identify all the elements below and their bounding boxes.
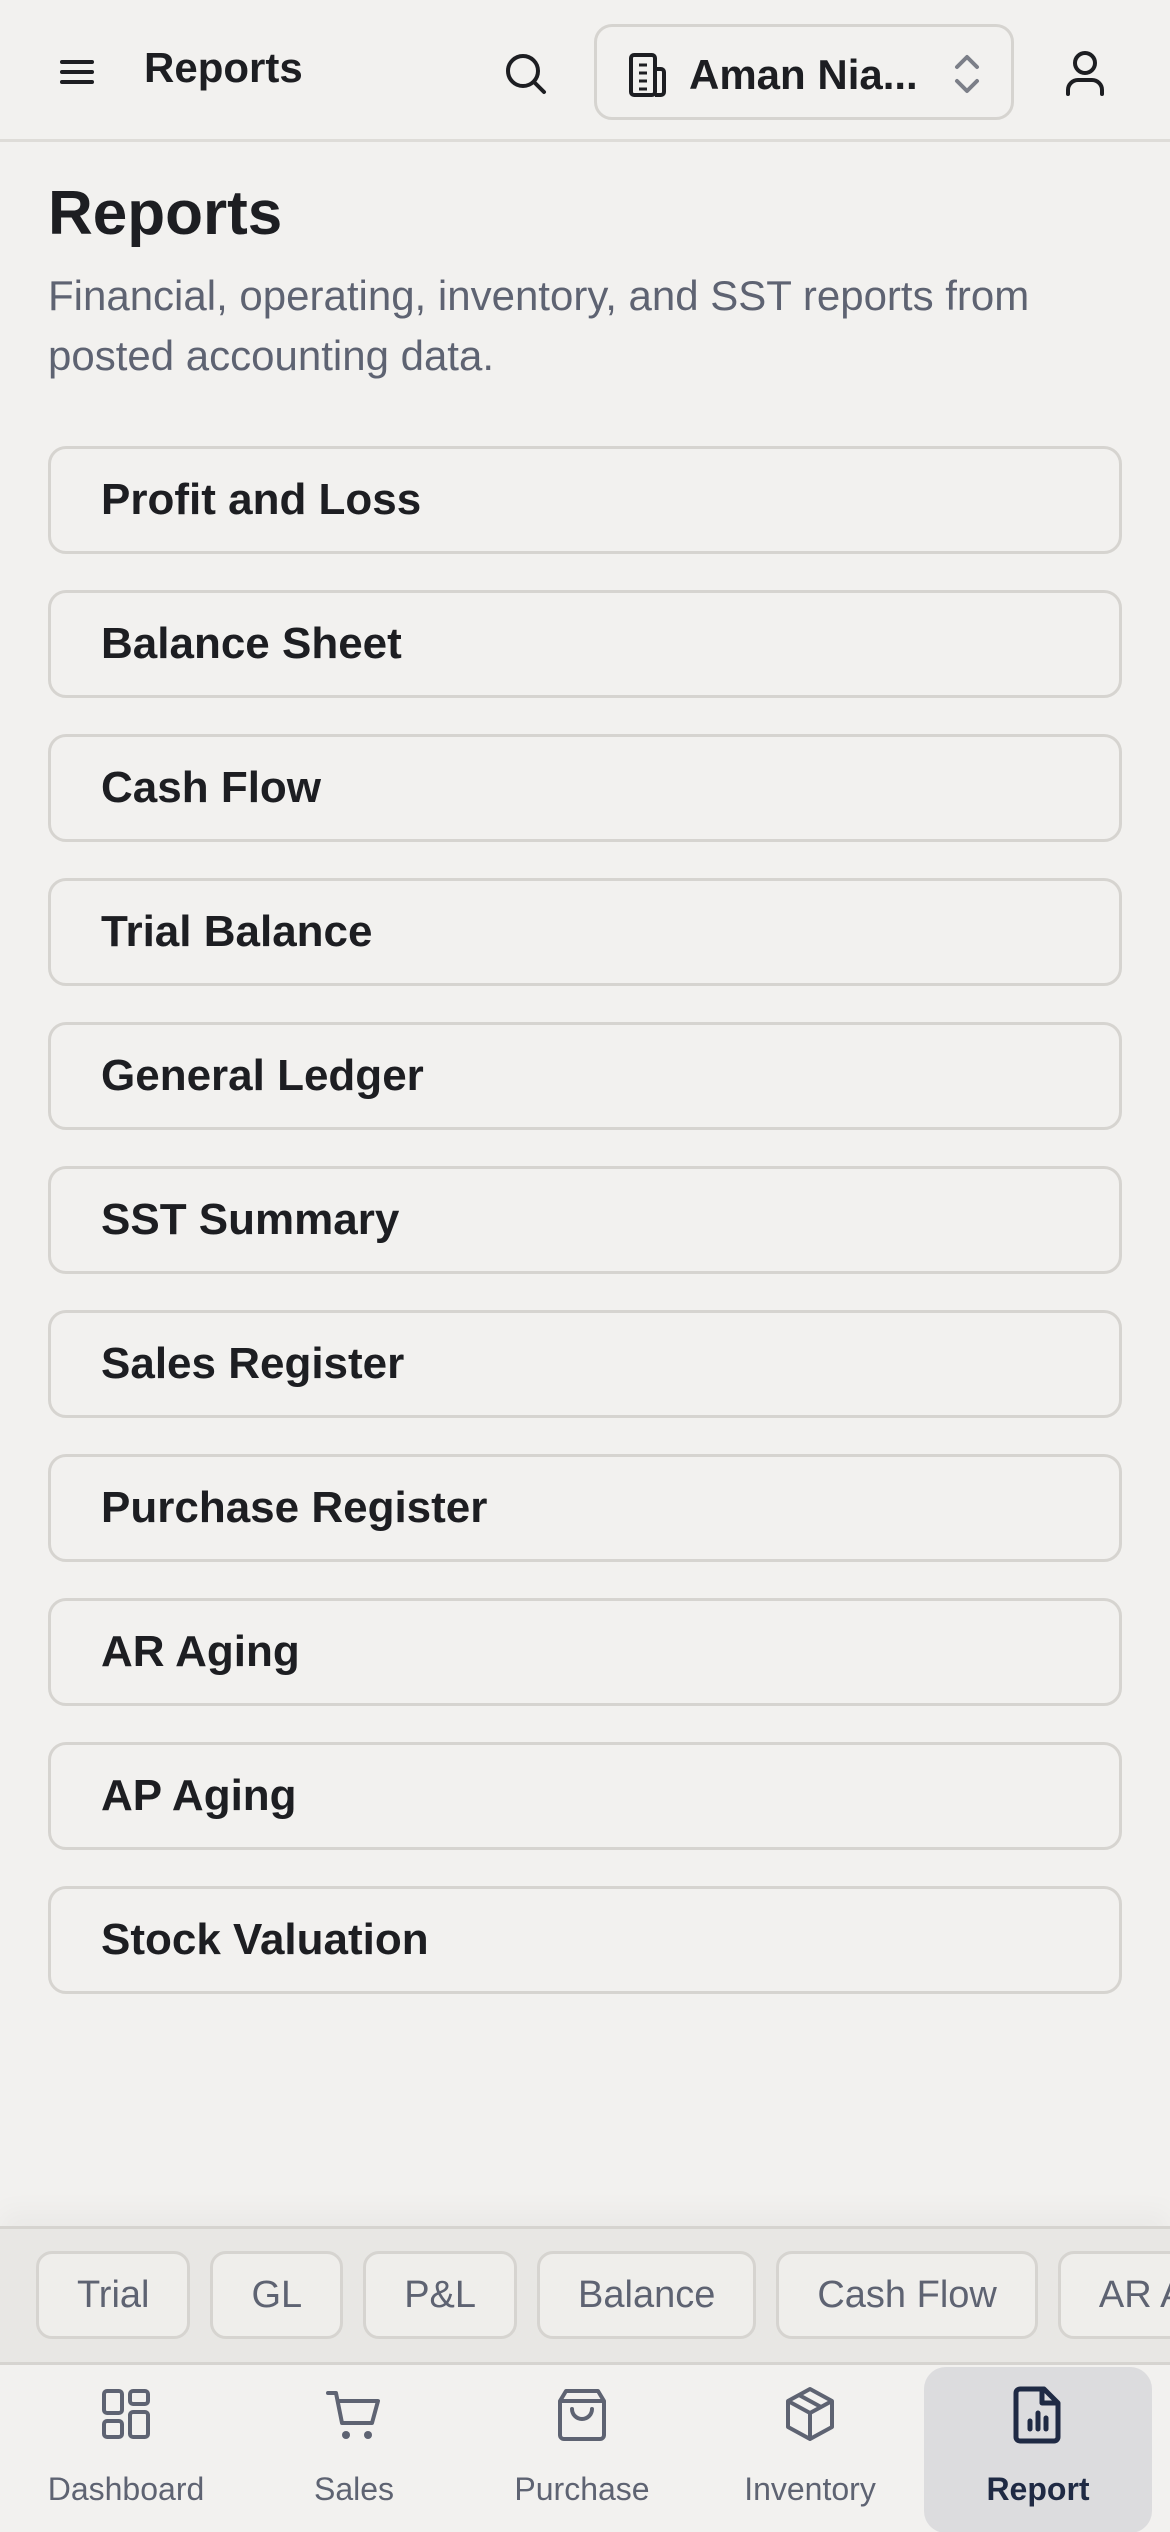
- nav-label: Purchase: [514, 2471, 650, 2507]
- chip-trial[interactable]: Trial: [36, 2251, 191, 2339]
- report-item-trial-balance[interactable]: Trial Balance: [48, 878, 1122, 986]
- report-item-label: Profit and Loss: [101, 475, 422, 524]
- nav-label: Inventory: [744, 2471, 876, 2507]
- report-item-label: Trial Balance: [101, 907, 373, 956]
- report-item-sst-summary[interactable]: SST Summary: [48, 1166, 1122, 1274]
- building-icon: [623, 51, 671, 99]
- report-item-cash-flow[interactable]: Cash Flow: [48, 734, 1122, 842]
- quick-report-chips: Trial GL P&L Balance Cash Flow AR Aging: [0, 2226, 1170, 2362]
- organization-selector[interactable]: Aman Nia...: [594, 24, 1014, 120]
- report-item-sales-register[interactable]: Sales Register: [48, 1310, 1122, 1418]
- report-item-label: AR Aging: [101, 1627, 300, 1676]
- dashboard-icon: [94, 2383, 158, 2447]
- nav-label: Sales: [313, 2471, 395, 2507]
- shopping-bag-icon: [550, 2383, 614, 2447]
- nav-dashboard[interactable]: Dashboard: [12, 2367, 240, 2532]
- nav-report[interactable]: Report: [924, 2367, 1152, 2532]
- box-icon: [778, 2383, 842, 2447]
- nav-sales[interactable]: Sales: [240, 2367, 468, 2532]
- chip-cash-flow[interactable]: Cash Flow: [776, 2251, 1038, 2339]
- report-item-purchase-register[interactable]: Purchase Register: [48, 1454, 1122, 1562]
- header-title: Reports: [144, 44, 303, 91]
- report-item-profit-and-loss[interactable]: Profit and Loss: [48, 446, 1122, 554]
- report-item-label: Sales Register: [101, 1339, 405, 1388]
- report-item-label: AP Aging: [101, 1771, 297, 1820]
- search-icon[interactable]: [496, 46, 556, 102]
- chip-ar-aging[interactable]: AR Aging: [1057, 2251, 1170, 2339]
- menu-icon[interactable]: [52, 50, 102, 94]
- organization-name: Aman Nia...: [689, 51, 918, 98]
- report-list: Profit and Loss Balance Sheet Cash Flow …: [48, 446, 1122, 2030]
- nav-inventory[interactable]: Inventory: [696, 2367, 924, 2532]
- report-item-label: Cash Flow: [101, 763, 322, 812]
- top-bar: Reports Aman Nia...: [0, 0, 1170, 142]
- report-item-label: General Ledger: [101, 1051, 424, 1100]
- cart-icon: [322, 2383, 386, 2447]
- report-item-label: Purchase Register: [101, 1483, 488, 1532]
- chip-pnl[interactable]: P&L: [363, 2251, 518, 2339]
- report-item-label: SST Summary: [101, 1195, 400, 1244]
- chip-balance[interactable]: Balance: [537, 2251, 757, 2339]
- page-description: Financial, operating, inventory, and SST…: [48, 272, 1030, 379]
- page-title: Reports: [48, 179, 283, 248]
- nav-label: Report: [986, 2471, 1090, 2507]
- nav-label: Dashboard: [47, 2471, 205, 2507]
- report-item-ar-aging[interactable]: AR Aging: [48, 1598, 1122, 1706]
- chevron-updown-icon: [945, 49, 989, 99]
- nav-purchase[interactable]: Purchase: [468, 2367, 696, 2532]
- chip-gl[interactable]: GL: [210, 2251, 344, 2339]
- report-item-label: Stock Valuation: [101, 1915, 429, 1964]
- report-item-ap-aging[interactable]: AP Aging: [48, 1742, 1122, 1850]
- report-icon: [1006, 2383, 1070, 2447]
- report-item-general-ledger[interactable]: General Ledger: [48, 1022, 1122, 1130]
- user-icon[interactable]: [1060, 46, 1110, 102]
- bottom-navigation: Dashboard Sales Purchase Inventory Repor…: [0, 2362, 1170, 2532]
- report-item-balance-sheet[interactable]: Balance Sheet: [48, 590, 1122, 698]
- report-item-label: Balance Sheet: [101, 619, 402, 668]
- report-item-stock-valuation[interactable]: Stock Valuation: [48, 1886, 1122, 1994]
